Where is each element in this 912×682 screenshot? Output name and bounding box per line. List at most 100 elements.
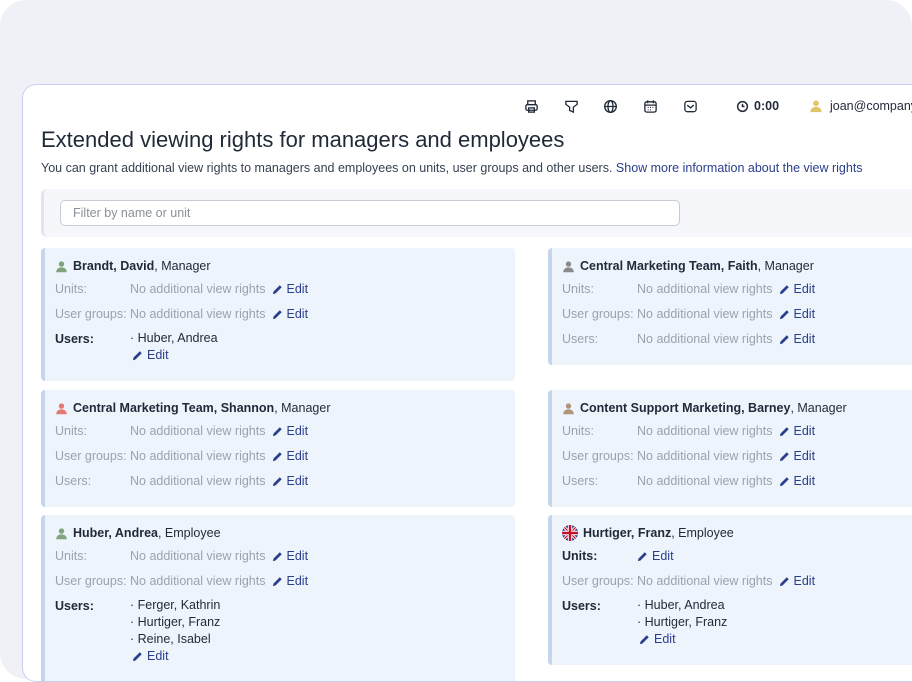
- edit-label: Edit: [793, 474, 816, 488]
- users-row: Users: No additional view rights Edit: [55, 473, 308, 489]
- card-role: , Manager: [790, 401, 847, 415]
- edit-units-button[interactable]: Edit: [272, 549, 309, 563]
- user-groups-row: User groups: No additional view rights E…: [55, 448, 308, 464]
- user-groups-label: User groups:: [55, 449, 127, 463]
- pencil-icon: [779, 309, 789, 319]
- list-item: · Ferger, Kathrin: [130, 598, 221, 612]
- pencil-icon: [272, 551, 282, 561]
- edit-units-button[interactable]: Edit: [272, 424, 309, 438]
- users-label: Users:: [562, 474, 599, 488]
- user-menu[interactable]: joan@company.: [809, 97, 912, 115]
- users-row: Users: No additional view rights Edit: [562, 473, 815, 489]
- list-item: · Huber, Andrea: [130, 331, 218, 345]
- user-groups-row: User groups: No additional view rights E…: [55, 306, 308, 322]
- timer-value: 0:00: [754, 99, 780, 113]
- person-icon: [563, 260, 574, 272]
- edit-label: Edit: [652, 549, 674, 563]
- globe-icon[interactable]: [602, 98, 618, 114]
- card-role: , Manager: [757, 259, 814, 273]
- pencil-icon: [637, 551, 647, 561]
- edit-label: Edit: [286, 449, 309, 463]
- list-item: · Huber, Andrea: [637, 598, 725, 612]
- edit-user-groups-button[interactable]: Edit: [272, 307, 309, 321]
- units-label: Units:: [562, 424, 594, 438]
- pencil-icon: [779, 284, 789, 294]
- edit-label: Edit: [286, 424, 309, 438]
- card-role: , Manager: [274, 401, 331, 415]
- no-rights-text: No additional view rights: [130, 307, 266, 321]
- edit-user-groups-button[interactable]: Edit: [272, 449, 309, 463]
- pencil-icon: [272, 284, 282, 294]
- units-row: Units: No additional view rights Edit: [55, 548, 308, 564]
- user-groups-label: User groups:: [55, 307, 127, 321]
- edit-units-button[interactable]: Edit: [779, 282, 815, 296]
- card-header: Brandt, David, Manager: [55, 258, 211, 274]
- list-item: · Reine, Isabel: [130, 632, 211, 646]
- pencil-icon: [272, 426, 282, 436]
- edit-label: Edit: [286, 474, 309, 488]
- users-label: Users:: [562, 332, 599, 346]
- edit-label: Edit: [286, 307, 309, 321]
- no-rights-text: No additional view rights: [130, 474, 266, 488]
- card-name: Brandt, David: [73, 259, 155, 273]
- units-label: Units:: [55, 282, 87, 296]
- no-rights-text: No additional view rights: [637, 282, 773, 296]
- edit-label: Edit: [286, 549, 309, 563]
- card-header: Content Support Marketing, Barney, Manag…: [562, 400, 847, 416]
- edit-label: Edit: [793, 307, 816, 321]
- edit-users-button[interactable]: Edit: [779, 332, 815, 346]
- pencil-icon: [779, 451, 789, 461]
- person-icon: [56, 260, 67, 272]
- user-groups-label: User groups:: [55, 574, 127, 588]
- card-role: , Manager: [154, 259, 211, 273]
- rights-card: Hurtiger, Franz, Employee Units: Edit Us…: [548, 515, 912, 665]
- card-name: Content Support Marketing, Barney: [580, 401, 791, 415]
- card-header: Hurtiger, Franz, Employee: [562, 525, 734, 541]
- edit-user-groups-button[interactable]: Edit: [779, 307, 816, 321]
- no-rights-text: No additional view rights: [637, 474, 773, 488]
- edit-users-button[interactable]: Edit: [132, 347, 169, 364]
- pencil-icon: [639, 635, 649, 645]
- edit-users-button[interactable]: Edit: [779, 474, 816, 488]
- card-header: Huber, Andrea, Employee: [55, 525, 221, 541]
- no-rights-text: No additional view rights: [130, 282, 266, 296]
- person-icon: [563, 402, 574, 414]
- edit-units-button[interactable]: Edit: [272, 282, 308, 296]
- no-rights-text: No additional view rights: [637, 307, 773, 321]
- edit-users-button[interactable]: Edit: [639, 631, 676, 648]
- main-window: 0:00 joan@company. Extended viewing righ…: [22, 84, 912, 682]
- person-icon: [56, 527, 67, 539]
- edit-label: Edit: [793, 449, 816, 463]
- more-info-link[interactable]: Show more information about the view rig…: [616, 161, 863, 175]
- units-row: Units: No additional view rights Edit: [562, 423, 815, 439]
- users-list: · Huber, Andrea · Hurtiger, Franz Edit: [637, 597, 727, 648]
- pencil-icon: [272, 476, 282, 486]
- timer[interactable]: 0:00: [736, 97, 779, 115]
- edit-units-button[interactable]: Edit: [779, 424, 815, 438]
- edit-user-groups-button[interactable]: Edit: [779, 449, 816, 463]
- clock-icon: [736, 100, 749, 112]
- filter-input[interactable]: [60, 200, 680, 226]
- filter-icon[interactable]: [563, 98, 579, 114]
- edit-user-groups-button[interactable]: Edit: [272, 574, 308, 588]
- users-label: Users:: [55, 599, 94, 613]
- edit-users-button[interactable]: Edit: [272, 474, 309, 488]
- users-label: Users:: [55, 332, 94, 346]
- page-title: Extended viewing rights for managers and…: [41, 127, 565, 152]
- user-groups-row: User groups: No additional view rights E…: [562, 573, 815, 589]
- printer-icon[interactable]: [523, 98, 539, 114]
- edit-units-button[interactable]: Edit: [637, 549, 674, 563]
- edit-users-button[interactable]: Edit: [132, 648, 169, 665]
- no-rights-text: No additional view rights: [130, 449, 266, 463]
- edit-user-groups-button[interactable]: Edit: [779, 574, 816, 588]
- inbox-icon[interactable]: [682, 98, 698, 114]
- edit-label: Edit: [793, 574, 816, 588]
- person-icon: [56, 402, 67, 414]
- rights-card: Content Support Marketing, Barney, Manag…: [548, 390, 912, 507]
- pencil-icon: [272, 309, 282, 319]
- calendar-icon[interactable]: [642, 98, 658, 114]
- user-groups-label: User groups:: [562, 574, 634, 588]
- units-row: Units: No additional view rights Edit: [55, 281, 308, 297]
- list-item: · Hurtiger, Franz: [130, 615, 221, 629]
- users-row: Users:: [55, 598, 130, 614]
